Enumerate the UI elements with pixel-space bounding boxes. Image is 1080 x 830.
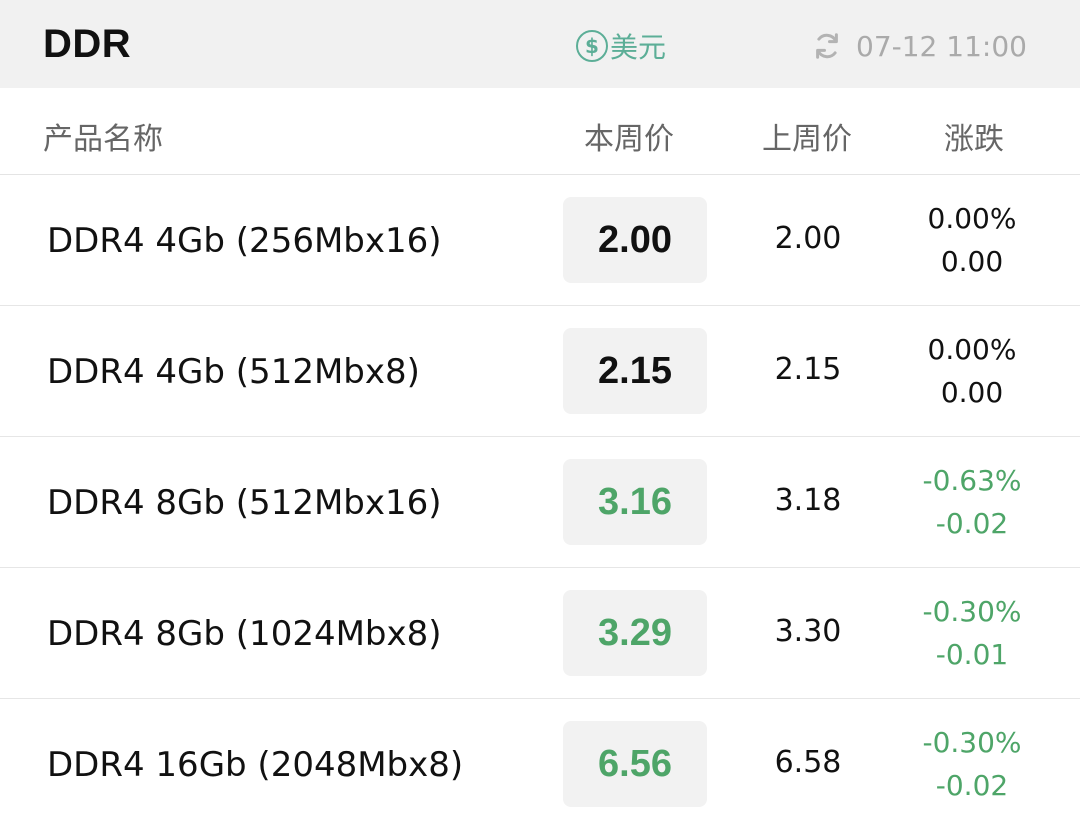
product-name: DDR4 8Gb (512Mbx16) [47,483,442,523]
table-header: 产品名称 本周价 上周价 涨跌 [0,88,1080,175]
refresh-icon [816,33,838,59]
price-change: 0.00% 0.00 [902,197,1042,283]
updated-time: 07-12 11:00 [856,29,1027,63]
column-header-last-week[interactable]: 上周价 [762,114,852,158]
price-change: 0.00% 0.00 [902,328,1042,414]
page-title: DDR [43,22,132,66]
dollar-circle-icon: $ [576,30,608,62]
product-name: DDR4 4Gb (512Mbx8) [47,352,420,392]
change-percent: -0.30% [922,726,1022,759]
change-amount: -0.02 [935,507,1009,540]
table-row[interactable]: DDR4 16Gb (2048Mbx8) 6.56 6.58 -0.30% -0… [0,699,1080,830]
table-row[interactable]: DDR4 4Gb (512Mbx8) 2.15 2.15 0.00% 0.00 [0,306,1080,437]
table-row[interactable]: DDR4 8Gb (1024Mbx8) 3.29 3.30 -0.30% -0.… [0,568,1080,699]
last-week-price: 2.15 [774,352,842,387]
refresh-control[interactable]: 07-12 11:00 [812,26,1027,66]
last-week-price: 6.58 [774,745,842,780]
column-header-change[interactable]: 涨跌 [944,114,1004,158]
product-name: DDR4 8Gb (1024Mbx8) [47,614,442,654]
product-name: DDR4 4Gb (256Mbx16) [47,221,442,261]
change-amount: -0.01 [935,638,1009,671]
this-week-price: 6.56 [563,721,707,807]
this-week-price: 3.29 [563,590,707,676]
this-week-price: 2.15 [563,328,707,414]
change-amount: 0.00 [940,245,1004,278]
column-header-this-week[interactable]: 本周价 [584,114,674,158]
currency-label: 美元 [610,31,667,64]
price-change: -0.63% -0.02 [902,459,1042,545]
this-week-price: 2.00 [563,197,707,283]
last-week-price: 3.30 [774,614,842,649]
change-percent: -0.30% [922,595,1022,628]
table-row[interactable]: DDR4 4Gb (256Mbx16) 2.00 2.00 0.00% 0.00 [0,175,1080,306]
change-percent: 0.00% [927,333,1017,366]
column-header-name[interactable]: 产品名称 [43,114,163,158]
change-amount: -0.02 [935,769,1009,802]
table-row[interactable]: DDR4 8Gb (512Mbx16) 3.16 3.18 -0.63% -0.… [0,437,1080,568]
product-name: DDR4 16Gb (2048Mbx8) [47,745,464,785]
price-change: -0.30% -0.01 [902,590,1042,676]
currency-toggle[interactable]: $ 美元 [576,26,666,66]
top-bar: DDR $ 美元 07-12 11:00 [0,0,1080,88]
change-percent: 0.00% [927,202,1017,235]
last-week-price: 2.00 [774,221,842,256]
last-week-price: 3.18 [774,483,842,518]
price-change: -0.30% -0.02 [902,721,1042,807]
change-amount: 0.00 [940,376,1004,409]
change-percent: -0.63% [922,464,1022,497]
this-week-price: 3.16 [563,459,707,545]
